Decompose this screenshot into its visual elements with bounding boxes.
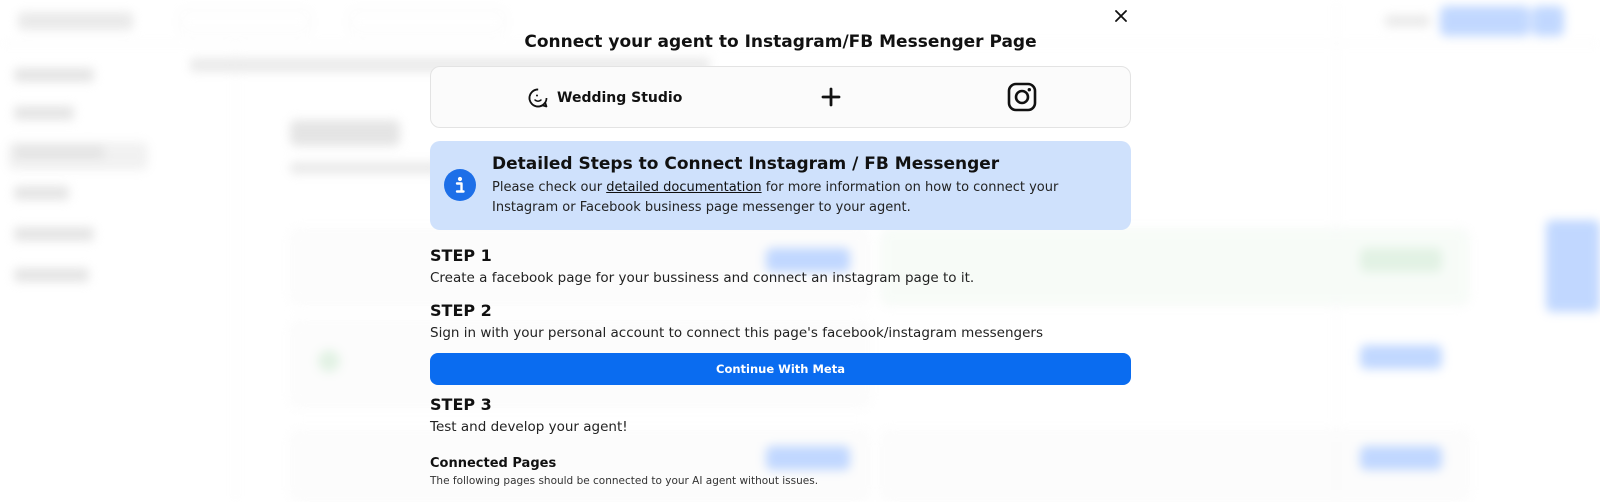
background-page-title <box>290 120 400 146</box>
plus-icon <box>821 87 841 107</box>
info-text: Please check our detailed documentation … <box>492 178 1112 218</box>
background-topbar-text <box>1385 15 1430 27</box>
agent-identity: Wedding Studio <box>527 87 682 109</box>
background-sidebar-item <box>14 268 89 282</box>
background-sidebar-item <box>14 145 104 159</box>
background-divider <box>1336 0 1337 502</box>
background-sidebar-item <box>14 106 74 120</box>
documentation-link[interactable]: detailed documentation <box>606 180 761 195</box>
background-topbar-button-2 <box>1532 6 1564 36</box>
close-button[interactable] <box>1110 5 1132 27</box>
step-3-title: STEP 3 <box>430 395 492 414</box>
continue-with-meta-button[interactable]: Continue With Meta <box>430 353 1131 385</box>
info-icon <box>444 169 476 201</box>
background-page-subtitle <box>290 162 440 174</box>
background-agent-select <box>350 10 505 34</box>
info-banner: Detailed Steps to Connect Instagram / FB… <box>430 141 1131 230</box>
background-topbar-button <box>1440 6 1530 36</box>
step-1-title: STEP 1 <box>430 246 492 265</box>
background-logo <box>18 12 133 30</box>
connection-summary: Wedding Studio <box>430 66 1131 128</box>
background-sidebar-item <box>14 186 69 200</box>
connected-pages-subtitle: The following pages should be connected … <box>430 475 819 487</box>
background-sidebar <box>0 44 236 502</box>
instagram-icon <box>1007 82 1037 112</box>
background-card-icon <box>318 350 340 372</box>
step-3-text: Test and develop your agent! <box>430 419 628 435</box>
step-2-title: STEP 2 <box>430 301 492 320</box>
background-sidebar-item <box>14 68 94 82</box>
info-heading: Detailed Steps to Connect Instagram / FB… <box>492 154 1000 174</box>
close-icon <box>1115 10 1127 22</box>
chat-agent-icon <box>528 88 548 108</box>
background-card-button <box>1360 446 1442 470</box>
background-workspace-select <box>180 10 310 34</box>
modal-title: Connect your agent to Instagram/FB Messe… <box>524 32 1037 52</box>
background-sidebar-item <box>14 227 94 241</box>
connected-pages-title: Connected Pages <box>430 456 557 471</box>
step-2-text: Sign in with your personal account to co… <box>430 325 1043 341</box>
background-card-button <box>1360 345 1442 369</box>
agent-name: Wedding Studio <box>557 90 683 106</box>
step-1-text: Create a facebook page for your bussines… <box>430 270 975 286</box>
background-card-button <box>766 248 850 272</box>
background-side-tab <box>1546 220 1600 312</box>
background-card-button <box>766 446 850 470</box>
background-card-status <box>1360 248 1442 272</box>
info-text-start: Please check our <box>492 180 607 195</box>
